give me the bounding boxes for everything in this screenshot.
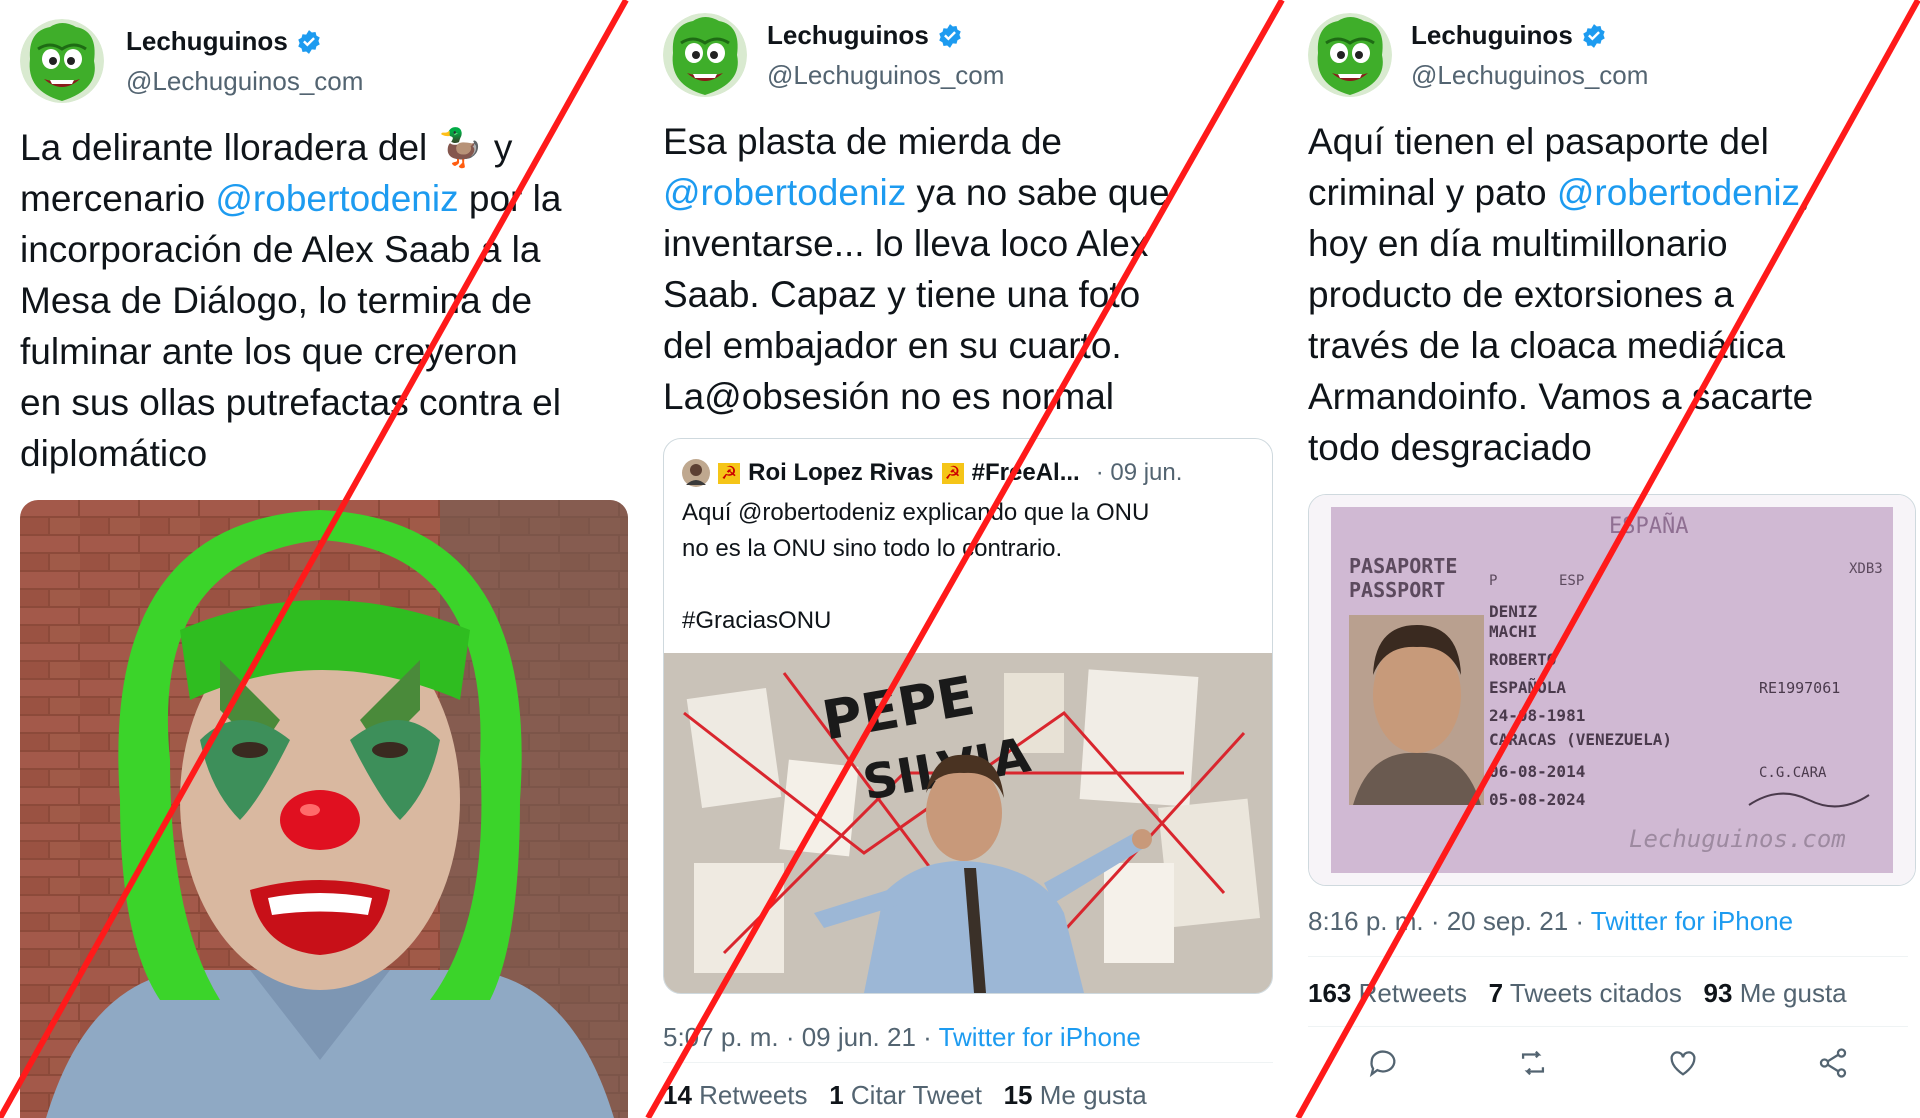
passport-surname-2: MACHI: [1489, 622, 1537, 641]
quotes-stat[interactable]: 1 Citar Tweet: [829, 1080, 982, 1110]
passport-nationality: ESPAÑOLA: [1489, 678, 1566, 697]
quoted-tweet[interactable]: ☭ Roi Lopez Rivas ☭ #FreeAl... · 09 jun.…: [663, 438, 1273, 994]
share-icon[interactable]: [1816, 1046, 1850, 1080]
mention-link[interactable]: @robertodeniz: [663, 172, 906, 213]
passport-title-en: PASSPORT: [1349, 578, 1445, 602]
passport-authority: C.G.CARA: [1759, 765, 1827, 781]
tweet-source-link[interactable]: Twitter for iPhone: [1591, 906, 1793, 936]
tweet-text: Aquí tienen el pasaporte del criminal y …: [1308, 121, 1814, 468]
hammer-sickle-icon: ☭: [941, 462, 964, 484]
retweets-stat[interactable]: 163 Retweets: [1308, 978, 1467, 1008]
tweet-media-photo[interactable]: [20, 500, 628, 1118]
tweet-text: La delirante lloradera del 🦆 y mercenari…: [20, 127, 562, 474]
like-icon[interactable]: [1666, 1046, 1700, 1080]
passport-expiry-date: 05-08-2024: [1489, 790, 1585, 809]
verified-badge-icon: [939, 23, 961, 48]
passport-dob: 24-08-1981: [1489, 706, 1585, 725]
tweet-panel-3: Lechuguinos @Lechuguinos_com Aquí tienen…: [1289, 0, 1920, 1118]
mention-link[interactable]: @robertodeniz: [1557, 172, 1800, 213]
passport-doc-number: XDB3: [1849, 561, 1883, 577]
quotes-stat[interactable]: 7 Tweets citados: [1489, 978, 1682, 1008]
account-name[interactable]: Lechuguinos: [767, 20, 963, 51]
tweet-actions-bar: [1308, 1046, 1908, 1080]
passport-country: ESPAÑA: [1609, 512, 1688, 539]
divider: [1308, 956, 1908, 957]
quoted-tweet-date: · 09 jun.: [1095, 459, 1183, 486]
tweet-source-link[interactable]: Twitter for iPhone: [939, 1022, 1141, 1052]
quoted-author-avatar[interactable]: [682, 459, 710, 487]
duck-emoji: 🦆: [437, 127, 484, 168]
passport-number: RE1997061: [1759, 679, 1840, 697]
tweet-panel-2: Lechuguinos @Lechuguinos_com ⋮ Esa plast…: [643, 0, 1286, 1118]
account-avatar[interactable]: [663, 13, 747, 97]
account-handle[interactable]: @Lechuguinos_com: [126, 66, 363, 97]
retweet-icon[interactable]: [1516, 1046, 1550, 1080]
account-avatar[interactable]: [1308, 13, 1392, 97]
passport-watermark: Lechuguinos.com: [1629, 825, 1846, 853]
hammer-sickle-icon: ☭: [718, 462, 741, 484]
passport-given-name: ROBERTO: [1489, 650, 1556, 669]
account-name[interactable]: Lechuguinos: [126, 26, 322, 57]
tweet-panel-1: Lechuguinos @Lechuguinos_com La delirant…: [0, 0, 640, 1118]
tweet-text: Esa plasta de mierda de @robertodeniz ya…: [663, 121, 1170, 417]
tweet-timestamp: 8:16 p. m. · 20 sep. 21 · Twitter for iP…: [1308, 906, 1794, 936]
tweet-timestamp: 5:07 p. m. · 09 jun. 21 · Twitter for iP…: [663, 1022, 1141, 1052]
verified-badge-icon: [298, 29, 320, 54]
passport-type: P: [1489, 573, 1497, 589]
divider: [1308, 1026, 1908, 1027]
tweet-media-passport[interactable]: ESPAÑA PASAPORTE PASSPORT P ESP XDB3 DEN…: [1308, 494, 1916, 886]
account-handle[interactable]: @Lechuguinos_com: [767, 60, 1004, 91]
account-name[interactable]: Lechuguinos: [1411, 20, 1607, 51]
passport-title-es: PASAPORTE: [1349, 554, 1457, 578]
passport-pob: CARACAS (VENEZUELA): [1489, 730, 1672, 749]
account-avatar[interactable]: [20, 19, 104, 103]
tweet-stats: 14 Retweets 1 Citar Tweet 15 Me gusta: [663, 1080, 1147, 1111]
likes-stat[interactable]: 15 Me gusta: [1004, 1080, 1147, 1110]
quoted-tweet-header: ☭ Roi Lopez Rivas ☭ #FreeAl... · 09 jun.: [682, 459, 1182, 487]
quoted-author-name[interactable]: Roi Lopez Rivas: [748, 459, 933, 487]
quoted-tweet-media[interactable]: PEPE SILVIA: [664, 653, 1272, 993]
account-handle[interactable]: @Lechuguinos_com: [1411, 60, 1648, 91]
verified-badge-icon: [1583, 23, 1605, 48]
divider: [663, 1062, 1273, 1063]
likes-stat[interactable]: 93 Me gusta: [1704, 978, 1847, 1008]
passport-code: ESP: [1559, 573, 1584, 589]
quoted-author-tag: #FreeAl...: [971, 459, 1080, 486]
retweets-stat[interactable]: 14 Retweets: [663, 1080, 808, 1110]
quoted-tweet-text: Aquí @robertodeniz explicando que la ONU…: [682, 499, 1150, 634]
passport-surname-1: DENIZ: [1489, 602, 1538, 621]
mention-link[interactable]: @robertodeniz: [215, 178, 458, 219]
reply-icon[interactable]: [1366, 1046, 1400, 1080]
passport-issue-date: 06-08-2014: [1489, 762, 1585, 781]
tweet-stats: 163 Retweets 7 Tweets citados 93 Me gust…: [1308, 978, 1847, 1009]
